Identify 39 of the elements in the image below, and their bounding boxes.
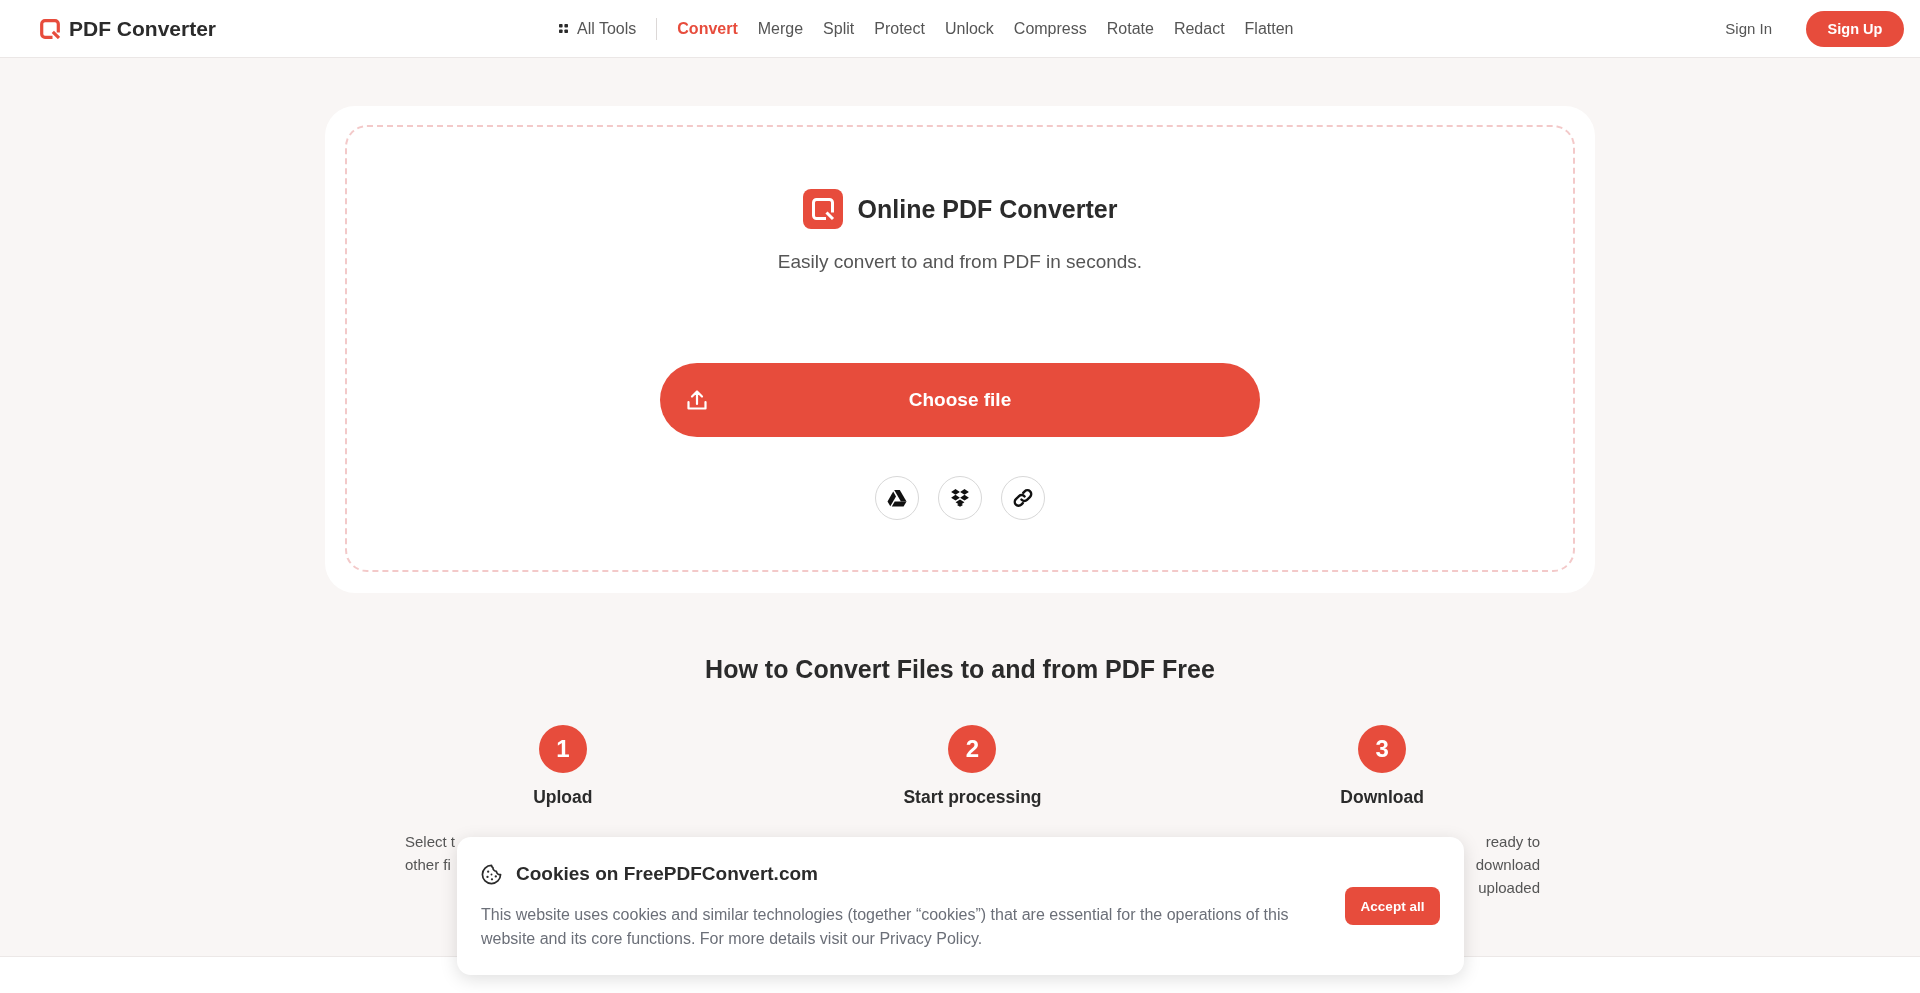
nav-link[interactable]: Redact xyxy=(1173,19,1225,38)
choose-file-button[interactable]: Choose file xyxy=(660,363,1260,437)
nav-link[interactable]: Unlock xyxy=(944,19,994,38)
sign-in-link[interactable]: Sign In xyxy=(1725,20,1772,37)
cookie-title: Cookies on FreePDFConvert.com xyxy=(516,862,818,886)
nav-link[interactable]: Merge xyxy=(757,19,804,38)
nav-link[interactable]: Flatten xyxy=(1244,19,1294,38)
step-number: 1 xyxy=(538,725,587,773)
all-tools-menu-button[interactable]: All Tools xyxy=(559,19,637,38)
accept-all-button[interactable]: Accept all xyxy=(1345,887,1440,925)
diamonds-source-button[interactable] xyxy=(938,476,982,520)
nav-link[interactable]: Rotate xyxy=(1106,19,1154,38)
step-description: ready to download uploaded xyxy=(1475,832,1540,898)
chain-link-button[interactable] xyxy=(1001,476,1045,520)
grid-icon xyxy=(559,24,568,33)
step-number: 3 xyxy=(1358,725,1407,773)
nav-link[interactable]: Compress xyxy=(1013,19,1087,38)
step-title: Upload xyxy=(533,786,593,809)
chain-link-icon xyxy=(1013,488,1033,508)
triangle-icon xyxy=(887,488,907,508)
nav-link[interactable]: Convert xyxy=(677,19,738,38)
upload-icon xyxy=(685,388,709,412)
brand-name: PDF Converter xyxy=(69,16,217,41)
step-title: Start processing xyxy=(903,786,1042,809)
cookie-icon xyxy=(481,863,502,885)
logo-icon xyxy=(802,189,843,229)
card-title: Online PDF Converter xyxy=(857,194,1118,224)
step-number: 2 xyxy=(948,725,997,773)
triangle-source-button[interactable] xyxy=(875,476,919,520)
sign-up-button[interactable]: Sign Up xyxy=(1806,10,1904,47)
logo-icon xyxy=(40,18,60,39)
nav-link[interactable]: Split xyxy=(823,19,855,38)
step-description: Select t other fi xyxy=(405,832,456,875)
nav-link[interactable]: Protect xyxy=(874,19,925,38)
diamonds-icon xyxy=(950,488,970,508)
step-title: Download xyxy=(1340,786,1424,809)
cookie-text: This website uses cookies and similar technologies (together “cookies”) that are essential for the operations of this website and its core functions. For more details visit our Privacy Policy. xyxy=(481,905,1290,949)
card-subtitle: Easily convert to and from PDF in seconds. xyxy=(777,250,1143,274)
section-heading: How to Convert Files to and from PDF Free xyxy=(705,654,1215,685)
